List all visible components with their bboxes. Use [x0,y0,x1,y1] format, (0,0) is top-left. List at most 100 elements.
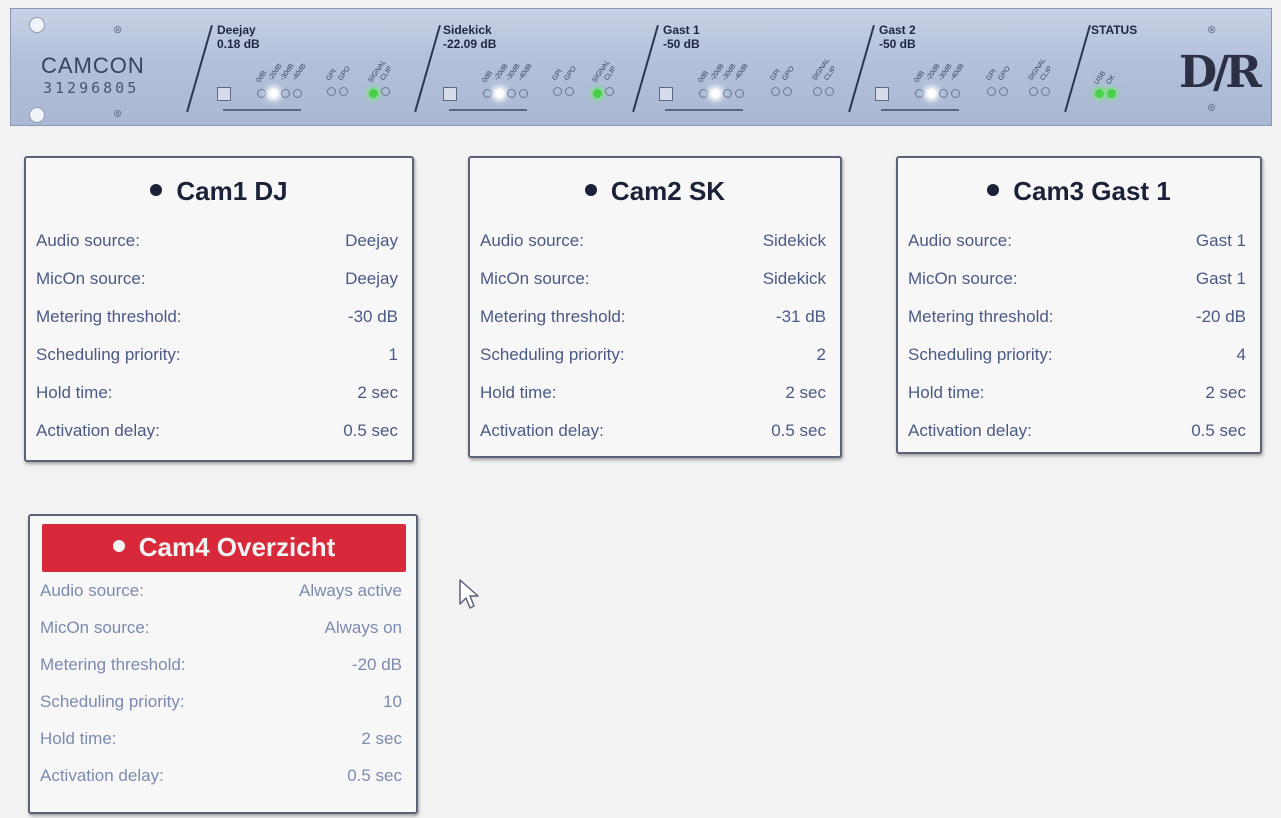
usb-label: USB [1093,70,1108,86]
row-metering-threshold: Metering threshold: -30 dB [36,307,398,326]
ok-led [1107,89,1116,98]
camera-title-text: Cam4 Overzicht [138,532,336,562]
mouse-cursor-icon [459,579,479,609]
meter-label: 0dB [697,69,711,84]
bracket-line [449,109,527,111]
meter-led-40db [735,89,744,98]
status-dot-icon [584,184,597,197]
row-micon-source: MicOn source: Sidekick [480,269,826,288]
dr-logo: D∕R [1179,47,1262,98]
meter-led-40db [951,89,960,98]
clip-led [381,87,390,96]
camera-card-cam3[interactable]: Cam3 Gast 1 Audio source: Gast 1 MicOn so… [896,156,1262,454]
screw-icon [29,107,45,123]
divider [1064,25,1091,113]
meter-led-30db [939,89,948,98]
screw-x-icon: ⊗ [113,24,123,36]
divider [848,25,875,113]
row-metering-threshold: Metering threshold: -20 dB [908,307,1246,326]
camera-title-active: Cam4 Overzicht [42,524,406,572]
clip-led [825,87,834,96]
clip-led [1041,87,1050,96]
gpo-label: GPO [997,65,1012,82]
signal-led [593,89,602,98]
gpi-led [553,87,562,96]
row-activation-delay: Activation delay: 0.5 sec [36,421,398,440]
meter-led-20db [927,89,936,98]
gpo-led [339,87,348,96]
gpi-label: GPI [325,68,338,82]
divider [414,25,441,113]
row-scheduling-priority: Scheduling priority: 2 [480,345,826,364]
usb-led [1095,89,1104,98]
row-micon-source: MicOn source: Gast 1 [908,269,1246,288]
gpi-led [987,87,996,96]
channel-select-button[interactable] [217,87,231,101]
camera-title-text: Cam1 DJ [176,176,288,206]
row-audio-source: Audio source: Deejay [36,231,398,250]
channel-level: -22.09 dB [443,37,497,51]
signal-led [369,89,378,98]
bracket-line [223,109,301,111]
row-activation-delay: Activation delay: 0.5 sec [480,421,826,440]
meter-led-0db [699,89,708,98]
gpo-label: GPO [781,65,796,82]
bracket-line [665,109,743,111]
meter-led-40db [293,89,302,98]
meter-led-20db [711,89,720,98]
camera-title-text: Cam2 SK [610,176,726,206]
meter-led-30db [507,89,516,98]
row-micon-source: MicOn source: Deejay [36,269,398,288]
channel-name: Sidekick [443,23,492,37]
gpi-label: GPI [551,68,564,82]
row-scheduling-priority: Scheduling priority: 10 [40,691,402,711]
divider [632,25,659,113]
meter-label: 0dB [255,69,269,84]
gpo-led [565,87,574,96]
gpo-led [783,87,792,96]
channel-name: Gast 1 [663,23,700,37]
gpo-led [999,87,1008,96]
channel-select-button[interactable] [875,87,889,101]
camera-title: Cam3 Gast 1 [898,158,1260,222]
camera-card-cam2[interactable]: Cam2 SK Audio source: Sidekick MicOn sour… [468,156,842,458]
screw-icon [29,17,45,33]
gpo-label: GPO [563,65,578,82]
meter-led-40db [519,89,528,98]
meter-label: 0dB [481,69,495,84]
row-hold-time: Hold time: 2 sec [908,383,1246,402]
meter-led-0db [915,89,924,98]
row-hold-time: Hold time: 2 sec [36,383,398,402]
gpi-led [771,87,780,96]
row-audio-source: Audio source: Sidekick [480,231,826,250]
row-metering-threshold: Metering threshold: -31 dB [480,307,826,326]
channel-name: Deejay [217,23,256,37]
channel-level: -50 dB [879,37,916,51]
clip-led [605,87,614,96]
divider [186,25,213,113]
channel-level: -50 dB [663,37,700,51]
camera-card-cam1[interactable]: Cam1 DJ Audio source: Deejay MicOn source… [24,156,414,462]
row-metering-threshold: Metering threshold: -20 dB [40,654,402,674]
meter-led-0db [257,89,266,98]
row-audio-source: Audio source: Gast 1 [908,231,1246,250]
row-audio-source: Audio source: Always active [40,580,402,600]
signal-led [813,87,822,96]
signal-led [1029,87,1038,96]
row-scheduling-priority: Scheduling priority: 4 [908,345,1246,364]
channel-name: Gast 2 [879,23,916,37]
camera-title: Cam2 SK [470,158,840,222]
meter-led-0db [483,89,492,98]
camera-title: Cam1 DJ [26,158,412,222]
gpi-label: GPI [769,68,782,82]
row-activation-delay: Activation delay: 0.5 sec [40,765,402,785]
meter-led-30db [281,89,290,98]
channel-level: 0.18 dB [217,37,260,51]
camera-card-cam4[interactable]: Cam4 Overzicht Audio source: Always activ… [28,514,418,814]
device-panel: ⊗ ⊗ ⊗ ⊗ CAMCON 31296805 Deejay 0.18 dB 0… [10,8,1272,126]
channel-select-button[interactable] [659,87,673,101]
channel-select-button[interactable] [443,87,457,101]
row-activation-delay: Activation delay: 0.5 sec [908,421,1246,440]
bracket-line [881,109,959,111]
meter-led-30db [723,89,732,98]
